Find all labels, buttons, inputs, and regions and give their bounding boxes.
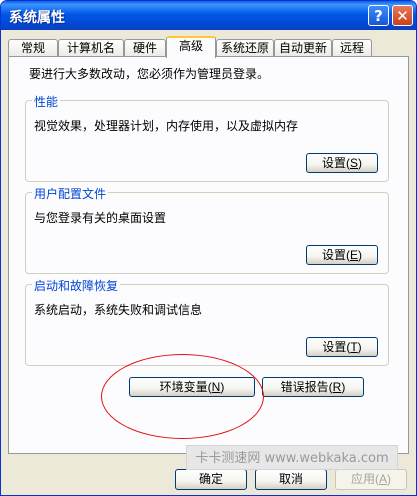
performance-title: 性能 (32, 93, 61, 110)
user-profiles-desc: 与您登录有关的桌面设置 (34, 211, 167, 225)
tab-system-restore[interactable]: 系统还原 (216, 39, 274, 56)
error-reporting-key: R (332, 380, 342, 394)
startup-recovery-settings-key: T (350, 340, 358, 354)
performance-group: 性能 视觉效果，处理器计划，内存使用，以及虚拟内存 设置(S) (25, 93, 389, 182)
startup-recovery-settings-button[interactable]: 设置(T) (306, 337, 378, 357)
admin-note: 要进行大多数改动，您必须作为管理员登录。 (29, 67, 270, 81)
watermark: 卡卡测速网 www.webkaka.com (186, 445, 398, 470)
environment-variables-key: N (211, 380, 221, 394)
tab-general[interactable]: 常规 (8, 39, 58, 56)
advanced-tab-panel: 要进行大多数改动，您必须作为管理员登录。 性能 视觉效果，处理器计划，内存使用，… (8, 56, 409, 454)
user-profiles-group: 用户配置文件 与您登录有关的桌面设置 设置(E) (25, 185, 389, 274)
close-button[interactable]: ✕ (392, 5, 413, 26)
apply-label: 应用 (350, 472, 375, 486)
performance-desc: 视觉效果，处理器计划，内存使用，以及虚拟内存 (34, 119, 299, 133)
user-profiles-settings-key: E (350, 248, 359, 262)
window-title: 系统属性 (9, 10, 65, 26)
apply-key: A (379, 472, 388, 486)
user-profiles-settings-label: 设置 (321, 248, 346, 262)
startup-recovery-desc: 系统启动，系统失败和调试信息 (34, 303, 203, 317)
help-button[interactable]: ? (368, 5, 389, 26)
environment-variables-button[interactable]: 环境变量(N) (129, 377, 255, 397)
startup-recovery-title: 启动和故障恢复 (32, 277, 121, 294)
cancel-button[interactable]: 取消 (255, 469, 327, 490)
performance-settings-button[interactable]: 设置(S) (306, 153, 378, 173)
performance-settings-key: S (350, 156, 359, 170)
user-profiles-title: 用户配置文件 (32, 185, 109, 202)
startup-recovery-group: 启动和故障恢复 系统启动，系统失败和调试信息 设置(T) (25, 277, 389, 366)
tab-remote[interactable]: 远程 (332, 39, 372, 56)
tab-computer-name[interactable]: 计算机名 (58, 39, 124, 56)
title-bar[interactable]: 系统属性 ? ✕ (1, 1, 416, 30)
startup-recovery-settings-label: 设置 (322, 340, 347, 354)
performance-settings-label: 设置 (321, 156, 346, 170)
environment-variables-label: 环境变量 (159, 380, 208, 394)
error-reporting-label: 错误报告 (280, 380, 329, 394)
error-reporting-button[interactable]: 错误报告(R) (262, 377, 364, 397)
user-profiles-settings-button[interactable]: 设置(E) (306, 245, 378, 265)
ok-button[interactable]: 确定 (175, 469, 247, 490)
system-properties-window: 系统属性 ? ✕ 要进行大多数改动，您必须作为管理员登录。 性能 视觉效果，处理… (0, 0, 417, 496)
tab-advanced[interactable]: 高级 (166, 36, 216, 58)
tab-automatic-updates[interactable]: 自动更新 (274, 39, 332, 56)
apply-button[interactable]: 应用(A) (335, 469, 407, 490)
tab-hardware[interactable]: 硬件 (124, 39, 166, 56)
